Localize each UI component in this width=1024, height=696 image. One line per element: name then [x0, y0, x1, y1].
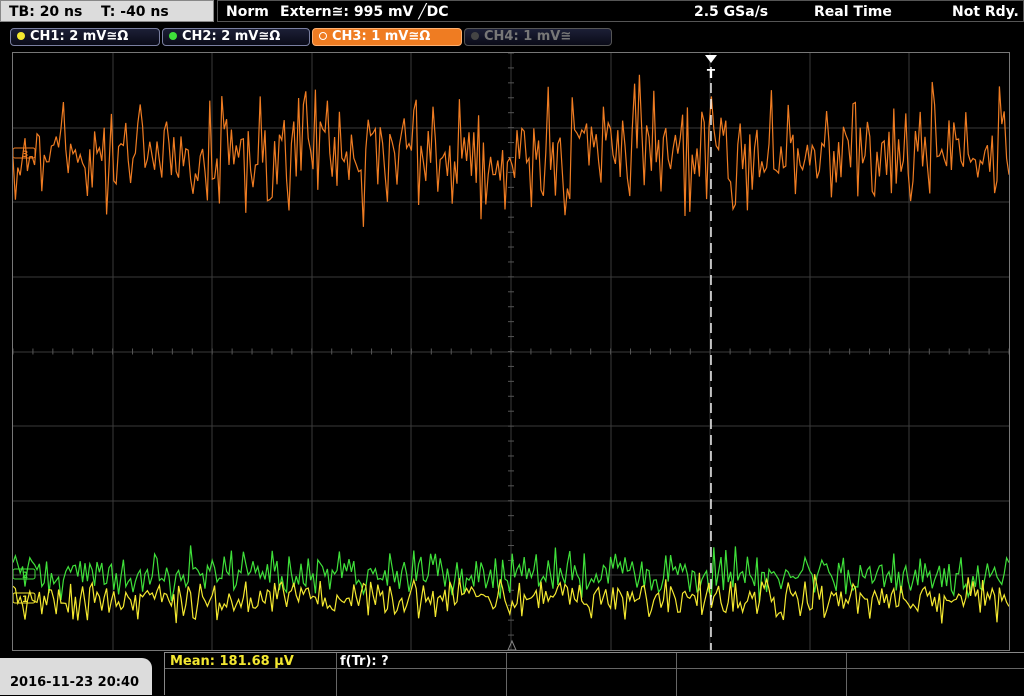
channel-2-label: CH2: 2 mV≅Ω	[182, 29, 281, 44]
waveform-display[interactable]: T 3 2 1	[12, 52, 1010, 651]
channel-3-dot-icon	[319, 32, 327, 40]
measurement-cell	[165, 669, 337, 696]
measurement-panel[interactable]: Mean: 181.68 µV f(Tr): ?	[164, 652, 1024, 696]
measurement-cell	[337, 669, 507, 696]
trigger-frequency-measurement: f(Tr): ?	[340, 654, 389, 669]
channel-3-marker: 3	[13, 147, 36, 160]
channel-1-dot-icon	[17, 32, 25, 40]
measurement-cell	[507, 653, 677, 669]
acquisition-state: Not Rdy.	[952, 4, 1019, 20]
channel-3-marker-label: 3	[22, 150, 28, 160]
mean-measurement: Mean: 181.68 µV	[170, 654, 294, 669]
channel-2-dot-icon	[169, 32, 177, 40]
datetime-box: 2016-11-23 20:40	[0, 658, 152, 695]
measurement-cell	[507, 669, 677, 696]
acquisition-mode: Real Time	[814, 4, 892, 20]
channel-3-button[interactable]: CH3: 1 mV≅Ω	[312, 28, 462, 46]
acquisition-status[interactable]: Norm Extern≅: 995 mV ╱DC 2.5 GSa/s Real …	[217, 0, 1024, 22]
channel-4-dot-icon	[471, 32, 479, 40]
waveform-grid: T 3 2 1	[13, 53, 1009, 650]
measurement-cell	[677, 653, 847, 669]
trigger-arrow-icon	[705, 55, 717, 63]
channel-bar: CH1: 2 mV≅Ω CH2: 2 mV≅Ω CH3: 1 mV≅Ω CH4:…	[0, 24, 1024, 48]
channel-2-marker-label: 2	[22, 571, 28, 581]
channel-2-button[interactable]: CH2: 2 mV≅Ω	[162, 28, 310, 46]
trigger-marker-label: T	[707, 67, 716, 81]
trigger-offset-label: T: -40 ns	[101, 4, 169, 20]
center-marker-icon	[507, 639, 517, 650]
channel-1-marker-label: 1	[22, 595, 28, 605]
timebase-box[interactable]: TB: 20 ns T: -40 ns	[0, 0, 214, 22]
datetime-label: 2016-11-23 20:40	[10, 675, 140, 690]
channel-1-label: CH1: 2 mV≅Ω	[30, 29, 129, 44]
sample-rate: 2.5 GSa/s	[694, 4, 769, 20]
channel-4-button[interactable]: CH4: 1 mV≅	[464, 28, 612, 46]
channel-3-label: CH3: 1 mV≅Ω	[332, 29, 431, 44]
measurement-cell	[677, 669, 847, 696]
measurement-cell	[847, 669, 1024, 696]
trigger-source: Extern≅: 995 mV ╱DC	[280, 4, 449, 20]
channel-1-button[interactable]: CH1: 2 mV≅Ω	[10, 28, 160, 46]
status-bar: TB: 20 ns T: -40 ns Norm Extern≅: 995 mV…	[0, 0, 1024, 24]
trigger-mode: Norm	[226, 4, 269, 20]
channel-4-label: CH4: 1 mV≅	[484, 29, 572, 44]
timebase-label: TB: 20 ns	[9, 4, 83, 20]
measurement-cell	[847, 653, 1024, 669]
